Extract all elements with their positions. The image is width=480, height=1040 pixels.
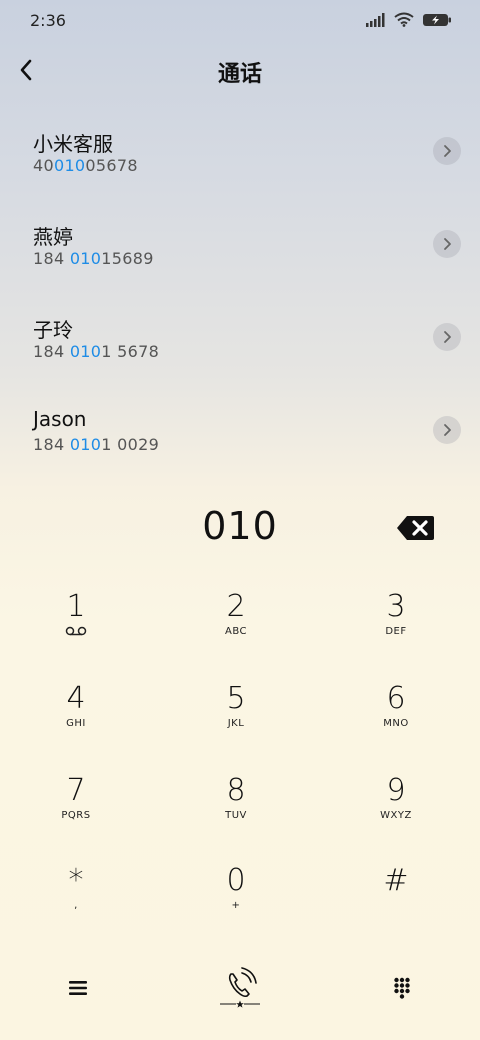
chevron-right-icon: [444, 145, 451, 157]
key-digit: *: [68, 863, 84, 898]
key-letters: WXYZ: [380, 810, 412, 821]
contact-list: 小米客服 4001005678 燕婷 184 01015689 子玲 184 0…: [0, 110, 480, 482]
key-digit: 1: [66, 589, 86, 624]
key-letters: JKL: [227, 718, 245, 729]
bottom-bar: [0, 960, 480, 1020]
number-suffix: 05678: [85, 156, 138, 175]
key-digit: 5: [226, 681, 246, 716]
key-digit: 8: [226, 773, 246, 808]
contact-name: 子玲: [33, 318, 73, 342]
key-letters: ,: [74, 900, 78, 911]
call-button[interactable]: [216, 964, 264, 1010]
number-prefix: 40: [33, 156, 54, 175]
key-letters: TUV: [225, 810, 247, 821]
key-letters: ABC: [224, 626, 247, 637]
number-match: 010: [69, 342, 102, 361]
key-3[interactable]: 3 DEF: [336, 590, 456, 660]
contact-number: 184 0101 5678: [33, 342, 159, 361]
contact-item[interactable]: Jason 184 0101 0029: [0, 389, 480, 482]
keypad-icon: [394, 977, 410, 999]
number-suffix: 1 0029: [101, 435, 160, 454]
number-prefix: 184: [33, 342, 70, 361]
contact-detail-button[interactable]: [433, 137, 461, 165]
wifi-icon: [394, 12, 414, 27]
key-8[interactable]: 8 TUV: [176, 774, 296, 844]
key-letters: [16, 626, 136, 640]
key-0[interactable]: 0 +: [176, 864, 296, 934]
chevron-right-icon: [444, 238, 451, 250]
number-prefix: 184: [33, 249, 70, 268]
voicemail-icon: [65, 626, 87, 636]
key-star[interactable]: * ,: [16, 864, 136, 934]
contact-name: 燕婷: [33, 225, 73, 249]
key-letters: GHI: [66, 718, 86, 729]
contact-name: 小米客服: [33, 132, 113, 156]
number-suffix: 15689: [101, 249, 154, 268]
contact-number: 184 0101 0029: [33, 435, 159, 454]
number-match: 010: [53, 156, 86, 175]
backspace-icon: [397, 516, 434, 540]
contact-name: Jason: [33, 407, 87, 431]
call-icon: [220, 967, 260, 1008]
key-5[interactable]: 5 JKL: [176, 682, 296, 752]
status-time: 2:36: [30, 11, 66, 30]
contact-item[interactable]: 子玲 184 0101 5678: [0, 296, 480, 389]
number-suffix: 1 5678: [101, 342, 160, 361]
key-letters: PQRS: [61, 810, 91, 821]
contact-number: 184 01015689: [33, 249, 154, 268]
contact-detail-button[interactable]: [433, 230, 461, 258]
battery-charging-icon: [423, 13, 451, 26]
key-digit: 2: [226, 589, 246, 624]
key-digit: 3: [386, 589, 406, 624]
key-letters: [336, 900, 456, 914]
key-digit: 7: [66, 773, 86, 808]
chevron-right-icon: [444, 424, 451, 436]
status-icons: [366, 12, 452, 27]
number-match: 010: [69, 249, 102, 268]
key-digit: #: [383, 863, 409, 898]
key-4[interactable]: 4 GHI: [16, 682, 136, 752]
header: 通话: [0, 48, 480, 92]
key-digit: 0: [226, 863, 246, 898]
key-digit: 9: [386, 773, 406, 808]
key-2[interactable]: 2 ABC: [176, 590, 296, 660]
page-title: 通话: [217, 62, 262, 87]
key-1[interactable]: 1: [16, 590, 136, 660]
key-9[interactable]: 9 WXYZ: [336, 774, 456, 844]
contact-item[interactable]: 小米客服 4001005678: [0, 110, 480, 203]
contact-detail-button[interactable]: [433, 416, 461, 444]
status-bar: 2:36: [0, 0, 480, 40]
key-6[interactable]: 6 MNO: [336, 682, 456, 752]
chevron-right-icon: [444, 331, 451, 343]
contact-number: 4001005678: [33, 156, 138, 175]
contact-detail-button[interactable]: [433, 323, 461, 351]
contact-item[interactable]: 燕婷 184 01015689: [0, 203, 480, 296]
number-prefix: 184: [33, 435, 70, 454]
number-match: 010: [69, 435, 102, 454]
key-digit: 4: [66, 681, 86, 716]
key-letters: DEF: [385, 626, 407, 637]
key-7[interactable]: 7 PQRS: [16, 774, 136, 844]
dial-display: 010: [0, 502, 480, 554]
menu-icon: [69, 981, 87, 995]
signal-icon: [366, 12, 385, 27]
menu-button[interactable]: [64, 974, 92, 1002]
delete-button[interactable]: [396, 514, 436, 542]
key-hash[interactable]: #: [336, 864, 456, 934]
key-digit: 6: [386, 681, 406, 716]
key-letters: +: [231, 900, 241, 911]
key-letters: MNO: [383, 718, 409, 729]
keypad-toggle-button[interactable]: [388, 974, 416, 1002]
